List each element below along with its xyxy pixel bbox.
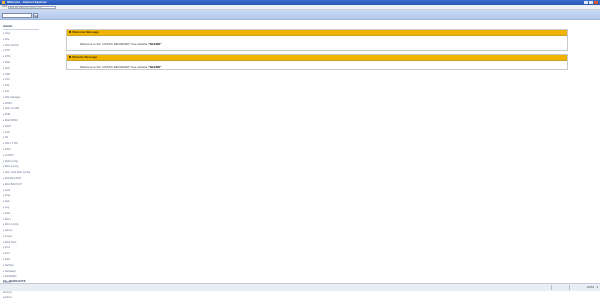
- sidebar-item-label: Auth: [4, 188, 11, 192]
- sidebar-divider: [3, 28, 39, 30]
- website-message-panel: Website Message Welcome to the "HVKSC DE…: [66, 54, 568, 70]
- sidebar-item-label: Web Config: [4, 165, 19, 169]
- sidebar-title: Admin: [3, 24, 13, 28]
- sidebar-item-label: FTP: [4, 49, 10, 53]
- sidebar-item-label: NetStat: [4, 263, 14, 267]
- sidebar-item-label: Mem: [4, 217, 11, 221]
- sidebar-item[interactable]: ▸Admin: [3, 295, 49, 300]
- sidebar-item-label: Task: [4, 211, 11, 215]
- sidebar-item-label: DNS: [4, 55, 11, 59]
- sidebar-item-label: WAP: [4, 124, 11, 128]
- sidebar-item-label: Mail: [4, 60, 10, 64]
- sidebar: Admin ▸User ▸Site ▸Site CLASS ▸FTP ▸DNS ▸Mail…: [0, 21, 50, 299]
- sidebar-item-label: Mail BACKUP: [4, 176, 22, 180]
- sidebar-item-label: SQL: [4, 66, 11, 70]
- top-toolbar: [0, 10, 600, 20]
- sidebar-item-label: ASP: [4, 72, 11, 76]
- sidebar-item-label: User: [4, 32, 11, 35]
- status-divider: [551, 285, 552, 290]
- status-divider: [569, 285, 570, 290]
- sidebar-item-label: JSP: [4, 130, 10, 134]
- sidebar-item-label: IIS: [4, 136, 9, 140]
- sidebar-item-label: Mail Config: [4, 159, 18, 163]
- address-label: Addr: [2, 5, 8, 8]
- sidebar-item-label: Log: [4, 205, 10, 209]
- sidebar-item-label: Role: [4, 258, 11, 262]
- sidebar-item-label: PHP: [4, 113, 11, 117]
- sidebar-item-label: SSI: [4, 89, 10, 93]
- sidebar-item-label: Proc: [4, 246, 11, 250]
- sidebar-item-label: DSN: [4, 147, 11, 151]
- sidebar-item-label: Group: [4, 234, 13, 238]
- minimize-button[interactable]: [584, 1, 588, 4]
- sidebar-item-label: Site CLASS: [4, 43, 19, 47]
- bullet-icon: [69, 56, 71, 59]
- sidebar-item-label: Forum: [4, 291, 12, 294]
- bullet-icon: [69, 31, 71, 34]
- sidebar-item-label: Site / Add Web Config: [4, 171, 31, 175]
- search-go-button[interactable]: Go: [33, 13, 38, 18]
- sidebar-item-label: Site: [4, 37, 10, 41]
- browser-icon: [2, 1, 5, 4]
- sidebar-item-label: Port: [4, 252, 10, 256]
- sidebar-item-label: Web Root: [4, 240, 17, 244]
- window-controls: [584, 1, 598, 4]
- panel-body: Welcome to the "HVKSC DEVIDAND" free web…: [67, 36, 567, 46]
- sidebar-item-label: NetAdapt: [4, 269, 16, 273]
- sidebar-item-label: VHOST: [4, 153, 14, 157]
- address-field[interactable]: http://localhost/welcome.asp: [8, 5, 56, 9]
- close-button[interactable]: [594, 1, 598, 4]
- sidebar-item-label: SSL: [4, 84, 10, 88]
- panel-title: Website Message: [72, 55, 98, 59]
- sidebar-item-label: Ping: [4, 194, 11, 198]
- sidebar-item-label: Stat: [4, 200, 10, 204]
- sidebar-item-label: Admin: [4, 296, 12, 299]
- sidebar-item-label: SSL Manager: [4, 95, 21, 99]
- sidebar-item-label: Web BACKUP: [4, 182, 22, 186]
- panel-text-strong: "BLEND": [148, 42, 162, 46]
- sidebar-item-label: Mail SPAM: [4, 118, 18, 122]
- panel-title: Welcome Message: [72, 30, 99, 34]
- sidebar-item-label: CGI: [4, 78, 10, 82]
- sidebar-item-label: SSL LT RS: [4, 142, 18, 146]
- maximize-button[interactable]: [589, 1, 593, 4]
- panel-text-strong: "BLEND": [148, 65, 162, 69]
- sidebar-item-label: Admin: [4, 229, 13, 233]
- panel-text: Welcome to the "HVKSC DEVIDAND" free web…: [80, 65, 149, 69]
- panel-body: Welcome to the "HVKSC DEVIDAND" free web…: [67, 61, 567, 69]
- sidebar-item-label: Web Config: [4, 223, 19, 227]
- sidebar-list: ▸User ▸Site ▸Site CLASS ▸FTP ▸DNS ▸Mail ▸SQL ▸A…: [3, 31, 49, 292]
- panel-text: Welcome to the "HVKSC DEVIDAND" free web…: [80, 42, 149, 46]
- search-input[interactable]: [2, 13, 32, 18]
- sidebar-item-label: SQL CLASS: [4, 107, 20, 111]
- welcome-message-panel: Welcome Message Welcome to the "HVKSC DE…: [66, 29, 568, 51]
- sidebar-item-label: DNS2: [4, 101, 12, 105]
